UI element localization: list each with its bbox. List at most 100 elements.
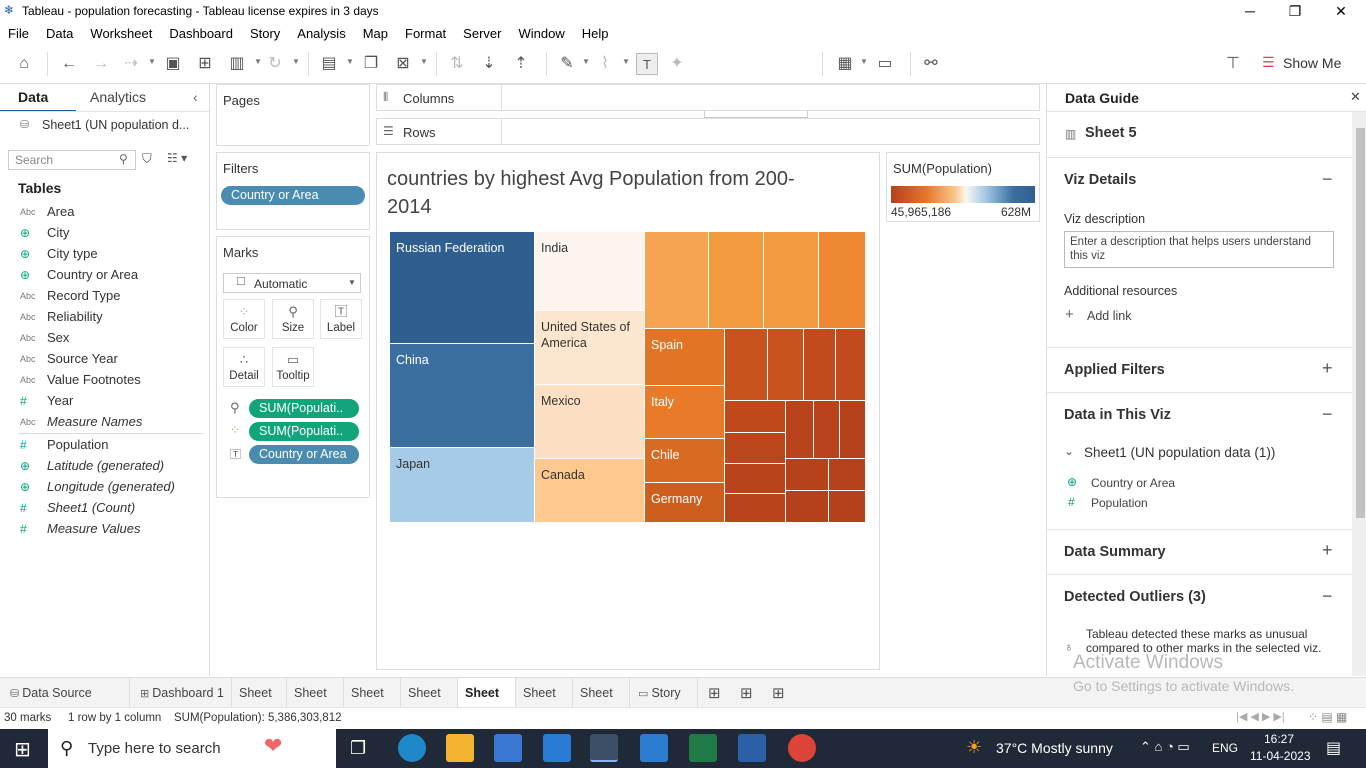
view-mode-icon[interactable]: ⁘ ▤ ▦ (1308, 710, 1347, 724)
share-icon[interactable]: ⚯ (920, 53, 942, 75)
collapse-pane-icon[interactable]: ‹ (193, 89, 198, 105)
mark-type-select[interactable]: ☐ Automatic ▼ (223, 273, 361, 293)
viz-details-heading[interactable]: Viz Details (1064, 172, 1136, 188)
treemap-tile-canada[interactable]: Canada (535, 459, 645, 523)
treemap-tile-germany[interactable]: Germany (645, 483, 725, 523)
show-mark-labels-icon[interactable]: T (636, 53, 658, 75)
treemap-tile[interactable] (725, 494, 786, 523)
treemap-tile[interactable] (829, 459, 866, 491)
task-view-icon[interactable]: ❐ (350, 738, 366, 759)
guide-datasource-name[interactable]: Sheet1 (UN population data (1)) (1084, 445, 1275, 460)
chevron-down-icon[interactable]: ▼ (148, 57, 156, 66)
treemap-tile-japan[interactable]: Japan (390, 448, 535, 523)
replay-icon[interactable]: ⇢ (120, 53, 142, 75)
view-options-icon[interactable]: ☷ ▾ (167, 151, 187, 165)
home-icon[interactable]: ⌂ (13, 53, 35, 75)
presentation-mode-icon[interactable]: ▭ (874, 53, 896, 75)
expand-icon[interactable]: + (1322, 358, 1333, 379)
color-legend[interactable]: SUM(Population) 45,965,186 628M (886, 152, 1040, 222)
treemap-tile[interactable] (768, 329, 804, 401)
close-icon[interactable]: ✕ (1350, 89, 1361, 105)
new-worksheet-icon[interactable]: ▤ (318, 53, 340, 75)
clear-sheet-icon[interactable]: ⊠ (392, 53, 414, 75)
tab-analytics[interactable]: Analytics (90, 89, 146, 105)
menu-analysis[interactable]: Analysis (297, 26, 345, 41)
treemap-tile[interactable] (786, 491, 829, 523)
collapse-icon[interactable]: − (1322, 586, 1333, 607)
fix-axes-icon[interactable]: ✦ (666, 53, 688, 75)
treemap-tile[interactable] (725, 464, 786, 494)
data-summary-heading[interactable]: Data Summary (1064, 544, 1166, 560)
tab-sheet-1[interactable]: Sheet 1 (232, 678, 287, 730)
collapse-icon[interactable]: − (1322, 404, 1333, 425)
plus-icon[interactable]: + (1065, 306, 1074, 323)
tab-dashboard-1[interactable]: ⊞ Dashboard 1 (130, 678, 232, 708)
menu-server[interactable]: Server (463, 26, 501, 41)
tab-data-source[interactable]: ⛁ Data Source (0, 678, 130, 708)
redo-icon[interactable]: → (90, 53, 112, 75)
chevron-down-icon[interactable]: ▼ (582, 57, 590, 66)
scrollbar-thumb[interactable] (1356, 128, 1365, 518)
chevron-down-icon[interactable]: ▼ (254, 57, 262, 66)
field-source-year[interactable]: Abc Source Year (0, 348, 205, 369)
mark-pill-color[interactable]: SUM(Populati.. (249, 422, 359, 441)
menu-format[interactable]: Format (405, 26, 446, 41)
treemap-tile[interactable] (709, 232, 764, 329)
tab-sheet-6[interactable]: Sheet 6 (516, 678, 573, 730)
filter-pill-country[interactable]: Country or Area (221, 186, 365, 205)
treemap-tile[interactable] (725, 329, 768, 401)
data-guide-icon[interactable]: ⊤ (1222, 53, 1244, 75)
sort-ascending-icon[interactable]: ⇣ (478, 53, 500, 75)
sort-descending-icon[interactable]: ⇡ (510, 53, 532, 75)
treemap-tile[interactable] (764, 232, 819, 329)
treemap-tile-chile[interactable]: Chile (645, 439, 725, 483)
data-in-viz-heading[interactable]: Data in This Viz (1064, 407, 1171, 423)
maximize-button[interactable]: ❐ (1272, 0, 1318, 22)
menu-data[interactable]: Data (46, 26, 73, 41)
treemap-tile-russian-federation[interactable]: Russian Federation (390, 232, 535, 344)
windows-start-icon[interactable]: ⊞ (14, 737, 31, 762)
duplicate-sheet-icon[interactable]: ❐ (360, 53, 382, 75)
treemap-tile[interactable] (836, 329, 866, 401)
chevron-down-icon[interactable]: ▼ (292, 57, 300, 66)
treemap-tile[interactable] (786, 459, 829, 491)
treemap-tile[interactable] (786, 401, 814, 459)
menu-dashboard[interactable]: Dashboard (169, 26, 233, 41)
show-me-button[interactable]: Show Me (1283, 55, 1341, 71)
field-measure-names[interactable]: Abc Measure Names (0, 411, 205, 432)
menu-help[interactable]: Help (582, 26, 609, 41)
treemap-tile[interactable] (819, 232, 866, 329)
search-field[interactable]: Search ⚲ (8, 150, 136, 170)
rows-shelf[interactable]: ☰ Rows (376, 118, 1040, 145)
refresh-icon[interactable]: ↻ (264, 53, 286, 75)
highlight-icon[interactable]: ✎ (556, 53, 578, 75)
chevron-down-icon[interactable]: ▼ (860, 57, 868, 66)
collapse-icon[interactable]: − (1322, 169, 1333, 190)
treemap-tile[interactable] (840, 401, 866, 459)
sheet-navigation-icon[interactable]: |◀ ◀ ▶ ▶| (1236, 710, 1285, 723)
cards-icon[interactable]: ▦ (834, 53, 856, 75)
treemap-tile-mexico[interactable]: Mexico (535, 385, 645, 459)
clock-time[interactable]: 16:27 (1264, 732, 1294, 746)
tab-sheet-3[interactable]: Sheet 3 (344, 678, 401, 730)
weather-text[interactable]: 37°C Mostly sunny (996, 740, 1113, 756)
pause-updates-icon[interactable]: ▥ (226, 53, 248, 75)
field-city-type[interactable]: ⊕ City type (0, 243, 205, 264)
field-value-footnotes[interactable]: Abc Value Footnotes (0, 369, 205, 390)
notification-icon[interactable]: ▤ (1326, 738, 1341, 758)
treemap-tile[interactable] (804, 329, 836, 401)
treemap-tile-china[interactable]: China (390, 344, 535, 448)
group-members-icon[interactable]: ⌇ (594, 53, 616, 75)
chevron-down-icon[interactable]: ▼ (420, 57, 428, 66)
vscode-icon[interactable] (640, 734, 668, 762)
expand-icon[interactable]: + (1322, 540, 1333, 561)
clock-date[interactable]: 11-04-2023 (1250, 749, 1311, 763)
menu-worksheet[interactable]: Worksheet (90, 26, 152, 41)
menu-story[interactable]: Story (250, 26, 280, 41)
chrome-icon[interactable] (788, 734, 816, 762)
show-me-icon[interactable]: ☰ (1262, 54, 1275, 71)
guide-scrollbar[interactable] (1352, 112, 1366, 676)
mark-pill-size[interactable]: SUM(Populati.. (249, 399, 359, 418)
datasource-name[interactable]: Sheet1 (UN population d... (42, 118, 189, 132)
tab-sheet-5[interactable]: Sheet 5 (458, 678, 516, 730)
